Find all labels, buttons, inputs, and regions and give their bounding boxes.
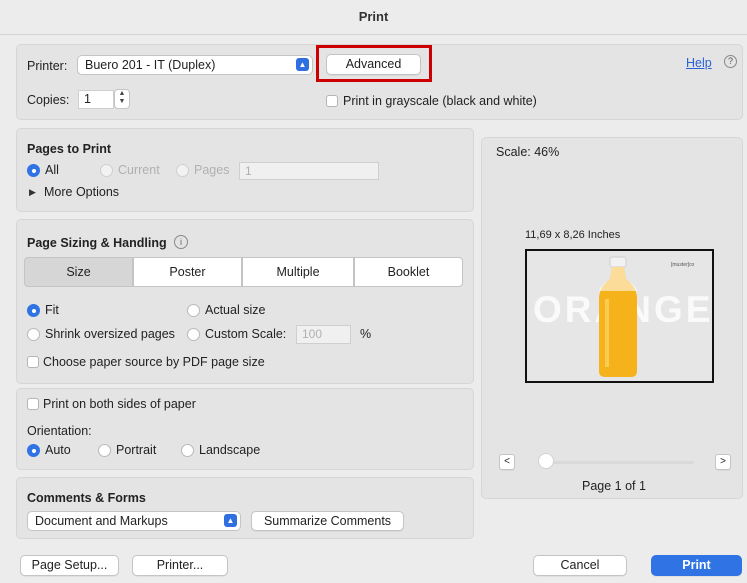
scale-label: Scale: 46% xyxy=(496,145,560,159)
advanced-button[interactable]: Advanced xyxy=(326,54,421,75)
prev-arrow-icon: < xyxy=(504,456,510,467)
more-options-label[interactable]: More Options xyxy=(44,185,119,199)
landscape-label: Landscape xyxy=(199,443,261,457)
auto-label: Auto xyxy=(45,443,71,457)
custom-scale-radio[interactable] xyxy=(187,328,200,341)
portrait-label: Portrait xyxy=(116,443,157,457)
copies-field[interactable]: 1 xyxy=(78,90,114,109)
actual-size-label: Actual size xyxy=(205,303,266,317)
orientation-title: Orientation: xyxy=(27,424,92,438)
help-link[interactable]: Help xyxy=(686,56,712,70)
page-slider-track[interactable] xyxy=(540,461,694,464)
paper-source-label: Choose paper source by PDF page size xyxy=(43,355,265,369)
pages-to-print-title: Pages to Print xyxy=(27,142,112,156)
copies-value: 1 xyxy=(84,92,91,106)
custom-scale-value: 100 xyxy=(302,327,323,341)
pages-range-value: 1 xyxy=(245,164,252,178)
page-preview: ORANGE [muster]co xyxy=(525,249,714,383)
shrink-label: Shrink oversized pages xyxy=(45,327,175,341)
pages-range-label: Pages xyxy=(194,163,230,177)
copies-label: Copies: xyxy=(27,93,70,107)
portrait-radio[interactable] xyxy=(98,444,111,457)
prev-page-button[interactable]: < xyxy=(499,454,515,470)
stepper-down-icon[interactable]: ▼ xyxy=(115,98,129,106)
preview-brand-tag: [muster]co xyxy=(671,262,695,268)
page-size-label: 11,69 x 8,26 Inches xyxy=(525,229,621,241)
chevron-updown-icon: ▲︎ xyxy=(296,58,309,71)
comments-select-value: Document and Markups xyxy=(35,514,168,528)
page-sizing-title: Page Sizing & Handling xyxy=(27,236,167,250)
page-count-label: Page 1 of 1 xyxy=(582,479,646,493)
both-sides-label: Print on both sides of paper xyxy=(43,397,196,411)
next-page-button[interactable]: > xyxy=(715,454,731,470)
fit-label: Fit xyxy=(45,303,59,317)
comments-title: Comments & Forms xyxy=(27,491,146,505)
page-slider-thumb[interactable] xyxy=(538,453,554,469)
both-sides-checkbox[interactable] xyxy=(27,398,39,410)
shrink-radio[interactable] xyxy=(27,328,40,341)
info-icon[interactable]: i xyxy=(174,235,188,249)
paper-source-checkbox[interactable] xyxy=(27,356,39,368)
pages-range-field[interactable]: 1 xyxy=(239,162,379,180)
help-icon-glyph: ? xyxy=(727,56,733,66)
copies-stepper[interactable]: ▲ ▼ xyxy=(114,89,130,109)
page-setup-button[interactable]: Page Setup... xyxy=(20,555,119,576)
tab-booklet[interactable]: Booklet xyxy=(354,257,463,287)
percent-label: % xyxy=(360,327,372,341)
pages-all-radio[interactable] xyxy=(27,164,40,177)
disclosure-triangle-icon[interactable]: ▶ xyxy=(29,187,36,198)
pages-all-label: All xyxy=(45,163,59,177)
printer-label: Printer: xyxy=(27,59,68,73)
comments-select[interactable]: Document and Markups ▲︎ xyxy=(27,511,241,531)
printer-select[interactable]: Buero 201 - IT (Duplex) ▲︎ xyxy=(77,55,313,75)
printer-select-value: Buero 201 - IT (Duplex) xyxy=(85,58,216,72)
help-icon[interactable]: ? xyxy=(724,55,737,68)
tab-poster[interactable]: Poster xyxy=(133,257,242,287)
pages-range-radio[interactable] xyxy=(176,164,189,177)
pages-current-radio[interactable] xyxy=(100,164,113,177)
landscape-radio[interactable] xyxy=(181,444,194,457)
grayscale-label: Print in grayscale (black and white) xyxy=(343,94,537,108)
juice-bottle-image xyxy=(599,256,637,377)
tab-size[interactable]: Size xyxy=(24,257,133,287)
actual-size-radio[interactable] xyxy=(187,304,200,317)
summarize-comments-button[interactable]: Summarize Comments xyxy=(251,511,404,531)
pages-current-label: Current xyxy=(118,163,160,177)
info-icon-glyph: i xyxy=(180,237,182,247)
custom-scale-label: Custom Scale: xyxy=(205,327,287,341)
next-arrow-icon: > xyxy=(720,456,726,467)
chevron-updown-icon: ▲︎ xyxy=(224,514,237,527)
printer-button[interactable]: Printer... xyxy=(132,555,228,576)
window-titlebar: Print xyxy=(0,0,747,35)
stepper-up-icon[interactable]: ▲ xyxy=(115,90,129,98)
auto-radio[interactable] xyxy=(27,444,40,457)
custom-scale-field[interactable]: 100 xyxy=(296,325,351,344)
grayscale-checkbox[interactable] xyxy=(326,95,338,107)
cancel-button[interactable]: Cancel xyxy=(533,555,627,576)
window-title: Print xyxy=(358,9,389,24)
tab-multiple[interactable]: Multiple xyxy=(242,257,354,287)
fit-radio[interactable] xyxy=(27,304,40,317)
print-button[interactable]: Print xyxy=(651,555,742,576)
